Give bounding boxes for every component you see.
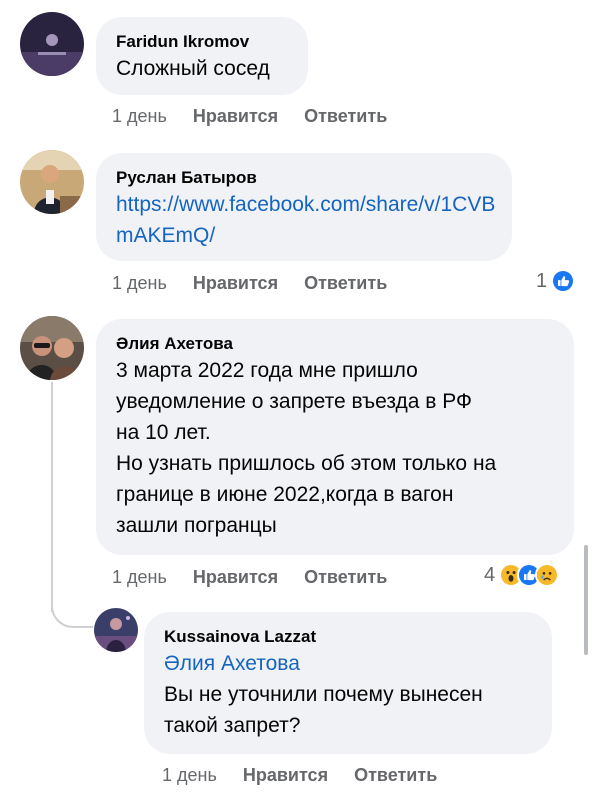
scrollbar-thumb[interactable] (584, 545, 588, 655)
reaction-summary[interactable]: 4 (484, 563, 560, 587)
comment-time[interactable]: 1 день (112, 106, 167, 127)
reply-button[interactable]: Ответить (354, 765, 437, 786)
comment-time[interactable]: 1 день (112, 273, 167, 294)
comment-actions: 1 день Нравится Ответить (112, 273, 387, 294)
avatar-image (94, 608, 138, 652)
comment-actions: 1 день Нравится Ответить (112, 106, 387, 127)
like-button[interactable]: Нравится (193, 273, 278, 294)
like-icon (551, 269, 576, 293)
comment-text: Сложный сосед (116, 57, 270, 80)
avatar-aliya[interactable] (20, 316, 84, 380)
comment-bubble: Faridun Ikromov Сложный сосед (96, 17, 308, 95)
avatar-image (20, 150, 84, 214)
avatar-faridun[interactable] (20, 12, 84, 76)
like-button[interactable]: Нравится (243, 765, 328, 786)
comment-time[interactable]: 1 день (112, 567, 167, 588)
sad-icon (535, 563, 560, 587)
thread-line (51, 382, 53, 612)
reply-mention[interactable]: Әлия Ахетова (164, 648, 532, 679)
comment-author[interactable]: Faridun Ikromov (116, 31, 288, 53)
comment-actions: 1 день Нравится Ответить (112, 567, 387, 588)
comment-link[interactable]: https://www.facebook.com/share/v/1CVBmAK… (116, 189, 496, 251)
comment-author[interactable]: Руслан Батыров (116, 167, 492, 189)
thread-connector (51, 590, 93, 628)
reply-author[interactable]: Kussainova Lazzat (164, 626, 532, 648)
reaction-count: 1 (536, 269, 548, 292)
comment-bubble: Әлия Ахетова 3 марта 2022 года мне пришл… (96, 319, 574, 555)
comment-author[interactable]: Әлия Ахетова (116, 333, 554, 355)
avatar-image (20, 12, 84, 76)
reply-button[interactable]: Ответить (304, 273, 387, 294)
avatar-image (20, 316, 84, 380)
reply-actions: 1 день Нравится Ответить (162, 765, 437, 786)
avatar-ruslan[interactable] (20, 150, 84, 214)
reaction-count: 4 (484, 563, 496, 586)
reply-button[interactable]: Ответить (304, 106, 387, 127)
reply-text: Вы не уточнили почему вынесен такой запр… (164, 683, 483, 737)
like-button[interactable]: Нравится (193, 106, 278, 127)
comment-bubble: Руслан Батыров https://www.facebook.com/… (96, 153, 512, 261)
avatar-kussainova[interactable] (94, 608, 138, 652)
reply-time[interactable]: 1 день (162, 765, 217, 786)
reply-button[interactable]: Ответить (304, 567, 387, 588)
like-button[interactable]: Нравится (193, 567, 278, 588)
reaction-summary[interactable]: 1 (536, 269, 576, 293)
reply-bubble: Kussainova Lazzat Әлия Ахетова Вы не уто… (144, 612, 552, 754)
comment-text: 3 марта 2022 года мне пришло уведомление… (116, 359, 497, 537)
